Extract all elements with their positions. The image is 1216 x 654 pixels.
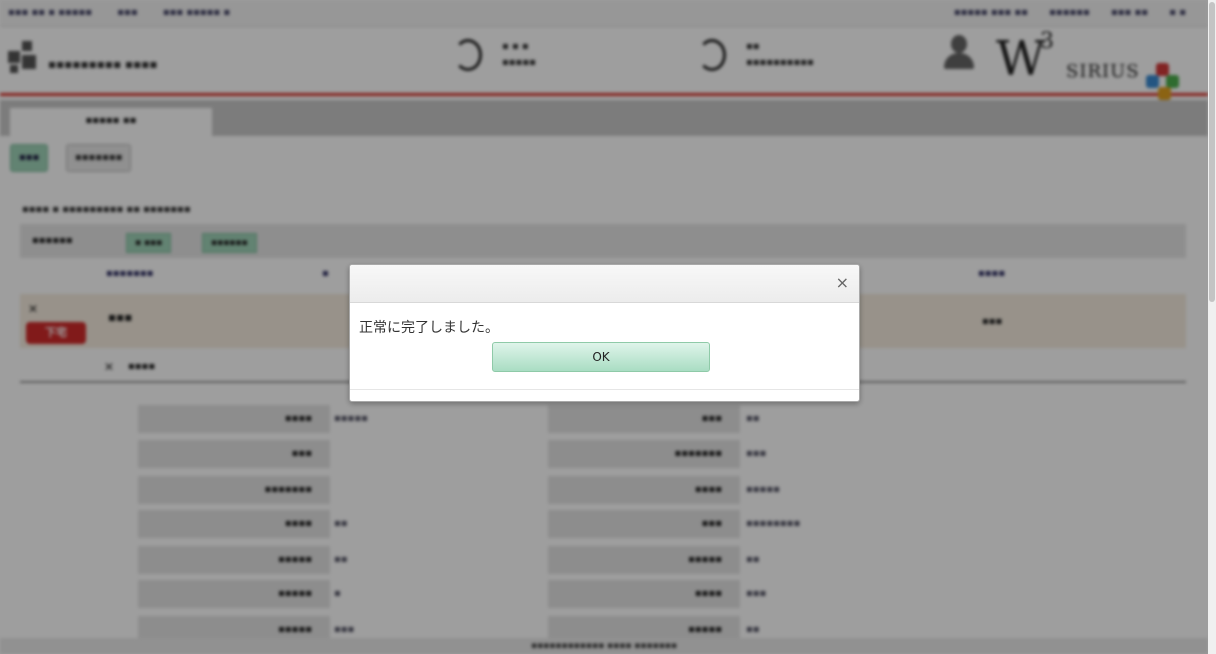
ok-button[interactable]: OK [492,342,710,372]
page-scrollbar[interactable] [1208,0,1216,654]
dialog-footer-divider [350,389,859,390]
close-icon[interactable]: × [836,275,849,291]
dialog-titlebar: × [350,265,859,303]
completion-dialog: × 正常に完了しました。 OK [349,264,860,402]
scrollbar-thumb[interactable] [1209,2,1215,302]
dialog-message: 正常に完了しました。 [359,320,499,336]
